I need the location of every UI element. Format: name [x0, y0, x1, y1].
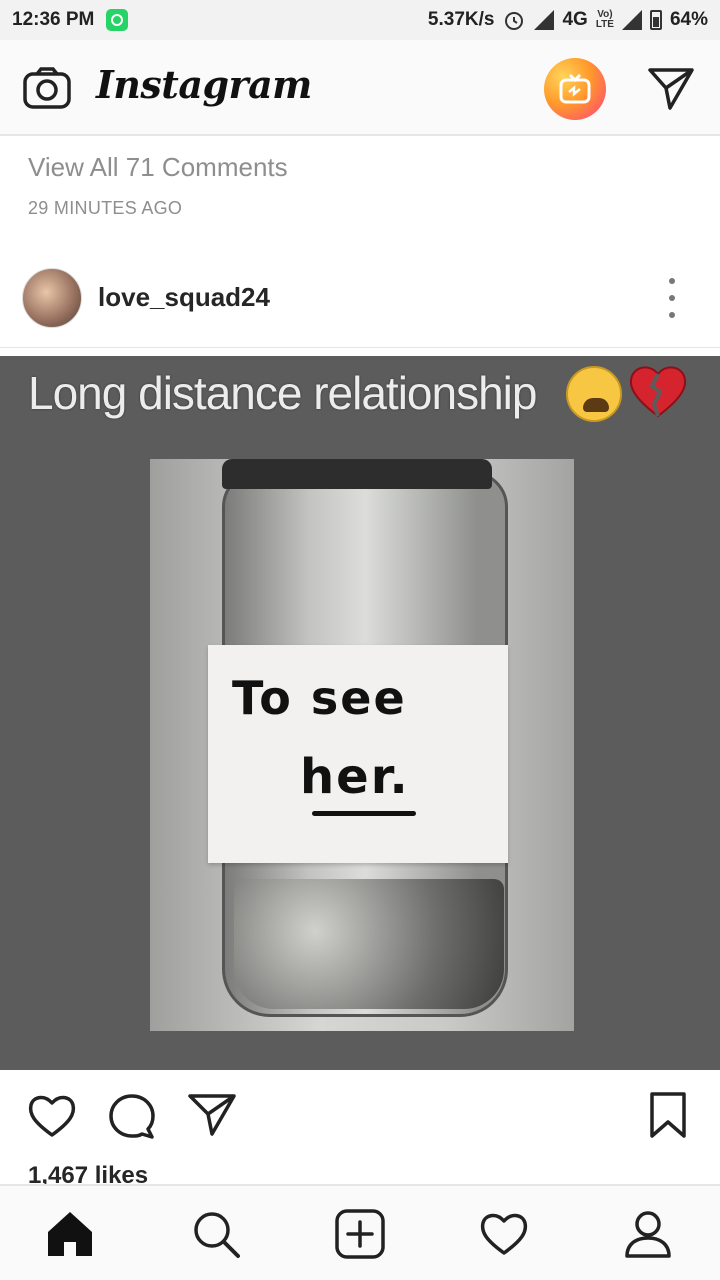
coins — [234, 879, 504, 1009]
app-logo: Instagram — [96, 62, 312, 107]
profile-icon — [625, 1211, 671, 1258]
post-image[interactable]: Long distance relationship To see her. — [0, 356, 720, 1070]
more-options-icon[interactable] — [660, 278, 684, 318]
camera-icon[interactable] — [22, 66, 72, 110]
battery-percent: 64% — [669, 9, 708, 30]
label-line-2: her. — [300, 749, 410, 805]
activity-heart-icon — [480, 1213, 528, 1255]
save-bookmark-icon[interactable] — [642, 1090, 694, 1142]
home-icon — [48, 1212, 92, 1256]
direct-message-icon[interactable] — [646, 66, 696, 112]
nav-home[interactable] — [44, 1208, 96, 1260]
comment-icon[interactable] — [106, 1090, 158, 1142]
share-icon[interactable] — [186, 1090, 238, 1142]
add-post-icon — [335, 1209, 385, 1259]
search-icon — [194, 1212, 240, 1258]
jar-label: To see her. — [208, 645, 508, 863]
whatsapp-notification-icon — [106, 9, 129, 31]
nav-activity[interactable] — [478, 1208, 530, 1260]
network-type: 4G — [562, 9, 588, 30]
label-line-1: To see — [232, 671, 407, 725]
jar-lid — [222, 459, 492, 489]
igtv-button[interactable] — [544, 58, 606, 120]
app-header: Instagram — [0, 40, 720, 136]
image-caption-text: Long distance relationship — [28, 367, 537, 419]
nav-profile[interactable] — [622, 1208, 674, 1260]
status-bar: 12:36 PM 5.37K/s 4G Vo) LTE 64% — [0, 0, 720, 40]
nav-add-post[interactable] — [334, 1208, 386, 1260]
post-timestamp: 29 MINUTES AGO — [28, 198, 183, 218]
signal-icon — [534, 10, 555, 30]
bottom-navigation — [0, 1184, 720, 1280]
weary-face-emoji-icon — [566, 366, 622, 422]
post-actions — [0, 1070, 720, 1160]
network-speed: 5.37K/s — [427, 9, 495, 30]
alarm-icon — [505, 12, 524, 30]
signal-icon-2 — [621, 10, 642, 30]
view-all-comments-link[interactable]: View All 71 Comments — [28, 152, 288, 183]
status-time: 12:36 PM — [12, 9, 95, 30]
label-underline — [312, 811, 416, 816]
post-header: love_squad24 — [0, 250, 720, 348]
igtv-icon — [559, 74, 591, 104]
avatar[interactable] — [22, 268, 82, 328]
volte-indicator: Vo) LTE — [595, 9, 614, 30]
battery-icon — [649, 10, 662, 30]
like-heart-icon[interactable] — [26, 1090, 78, 1142]
broken-heart-emoji-icon — [629, 366, 687, 418]
jar-photo: To see her. — [150, 459, 574, 1031]
nav-search[interactable] — [190, 1208, 242, 1260]
post-username[interactable]: love_squad24 — [98, 282, 270, 313]
